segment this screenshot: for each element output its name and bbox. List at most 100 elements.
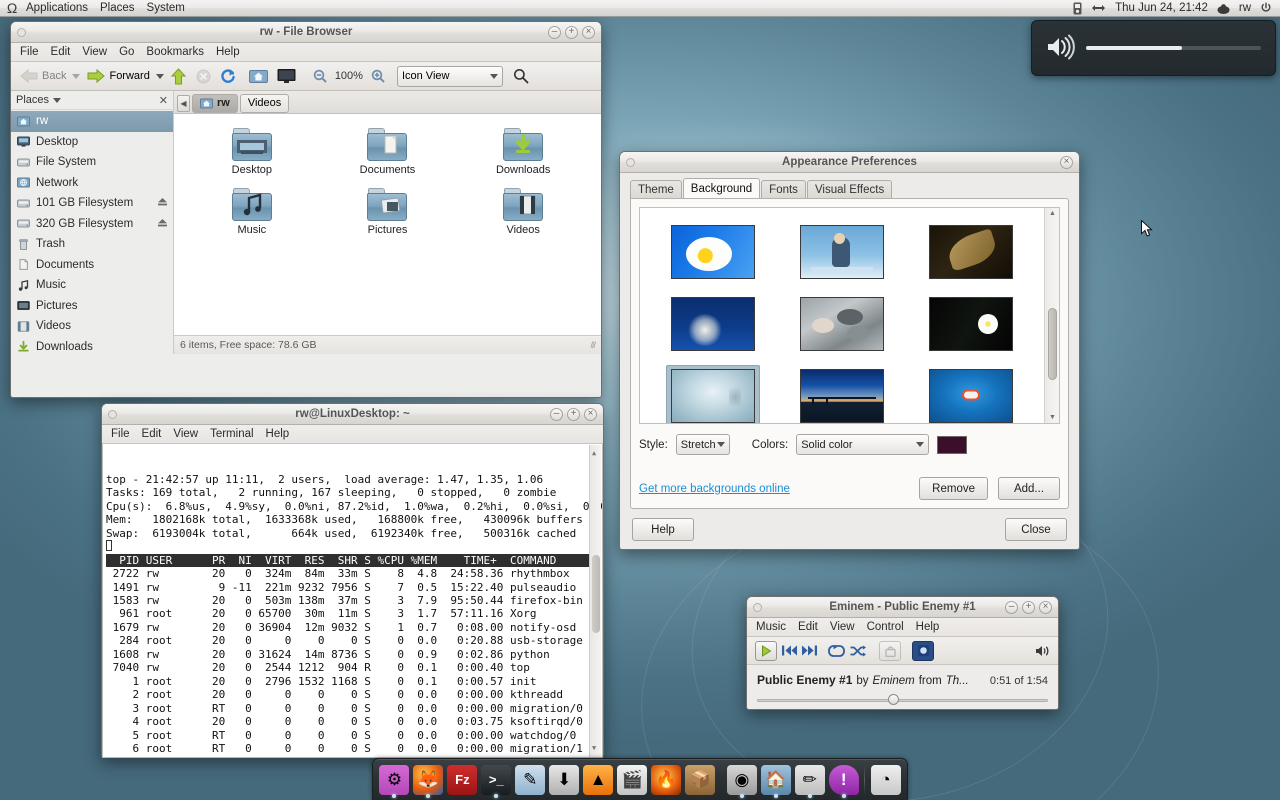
menu-help[interactable]: Help [911, 620, 945, 634]
back-button[interactable]: Back [16, 66, 69, 86]
tab-fonts[interactable]: Fonts [761, 180, 806, 198]
wallpaper-sepia-leaf-wallpaper[interactable] [924, 221, 1018, 283]
view-mode-select[interactable]: Icon View [396, 65, 503, 87]
menu-terminal[interactable]: Terminal [205, 427, 258, 441]
scroll-down-icon[interactable]: ▼ [592, 742, 596, 755]
close-dialog-button[interactable]: Close [1005, 518, 1067, 541]
user-avatar-icon[interactable] [1217, 3, 1230, 14]
wallpaper-scrollbar[interactable]: ▲ ▼ [1044, 208, 1059, 423]
browse-button[interactable] [879, 640, 901, 661]
file-item-music[interactable]: Music [202, 188, 302, 248]
colors-select[interactable]: Solid color [796, 434, 930, 455]
appearance-preferences-window[interactable]: Appearance Preferences × Theme Backgroun… [619, 151, 1080, 550]
shuffle-button[interactable] [850, 645, 866, 657]
power-icon[interactable] [1260, 2, 1272, 14]
menu-edit[interactable]: Edit [46, 45, 76, 59]
sidebar-item-music[interactable]: Music [11, 275, 173, 296]
places-header[interactable]: Places ✕ [11, 91, 173, 110]
file-item-desktop[interactable]: Desktop [202, 128, 302, 188]
wallpaper-woman-blue-wallpaper[interactable] [795, 221, 889, 283]
close-sidebar-icon[interactable]: ✕ [159, 94, 168, 107]
scroll-up-icon[interactable]: ▲ [592, 447, 596, 460]
tab-videos[interactable]: Videos [239, 93, 290, 113]
forward-dropdown-icon[interactable] [155, 73, 164, 79]
zoom-out-button[interactable] [310, 67, 330, 85]
dock-item-clock[interactable]: ◔ [869, 761, 902, 799]
menu-go[interactable]: Go [114, 45, 139, 59]
dock-item-filezilla[interactable]: Fz [446, 761, 479, 799]
color-swatch-button[interactable] [937, 435, 968, 454]
wallpaper-dandelion-wallpaper[interactable] [666, 293, 760, 355]
tab-visual-effects[interactable]: Visual Effects [806, 180, 893, 198]
menu-control[interactable]: Control [862, 620, 909, 634]
home-button[interactable] [246, 66, 271, 86]
menu-view[interactable]: View [168, 427, 203, 441]
sidebar-item-file-system[interactable]: File System [11, 152, 173, 173]
resize-grip[interactable]: /// [590, 340, 595, 350]
reload-button[interactable] [217, 66, 239, 86]
more-backgrounds-link[interactable]: Get more backgrounds online [639, 483, 790, 495]
dock-item-firefox[interactable]: 🦊 [412, 761, 445, 799]
volume-slider[interactable] [1086, 46, 1261, 50]
menu-file[interactable]: File [106, 427, 135, 441]
player-titlebar[interactable]: Eminem - Public Enemy #1 – + × [747, 597, 1058, 618]
menu-view[interactable]: View [77, 45, 112, 59]
dock-item-rhythmbox[interactable]: ◉ [725, 761, 758, 799]
seek-knob[interactable] [887, 694, 899, 705]
panel-username[interactable]: rw [1239, 2, 1251, 14]
panel-menu-applications[interactable]: Applications [20, 1, 94, 15]
forward-button[interactable]: Forward [83, 66, 152, 86]
minimize-button[interactable]: – [550, 407, 563, 421]
eject-icon[interactable] [157, 218, 168, 230]
dock-item-vlc[interactable]: ▲ [582, 761, 615, 799]
sidebar-item-network[interactable]: Network [11, 173, 173, 194]
panel-menu-system[interactable]: System [141, 1, 191, 15]
dock-item-brasero[interactable]: 🔥 [650, 761, 683, 799]
file-item-pictures[interactable]: Pictures [337, 188, 437, 248]
next-button[interactable] [802, 645, 817, 656]
scroll-down-icon[interactable]: ▼ [1049, 414, 1056, 421]
file-browser-window[interactable]: rw - File Browser – + × File Edit View G… [10, 21, 602, 398]
repeat-button[interactable] [828, 644, 845, 657]
stop-button[interactable] [193, 67, 214, 86]
remove-button[interactable]: Remove [919, 477, 988, 500]
tabs-scroll-left-icon[interactable]: ◀ [177, 94, 190, 112]
visualizer-button[interactable] [912, 640, 934, 661]
sidebar-item-desktop[interactable]: Desktop [11, 132, 173, 153]
terminal-scrollbar[interactable]: ▲ ▼ [589, 445, 601, 757]
menu-file[interactable]: File [15, 45, 44, 59]
dock-item-appearance[interactable]: ✏ [793, 761, 826, 799]
tab-theme[interactable]: Theme [630, 180, 682, 198]
sidebar-item-rw[interactable]: rw [11, 111, 173, 132]
media-player-tray-icon[interactable] [1073, 2, 1082, 15]
sidebar-item-pictures[interactable]: Pictures [11, 296, 173, 317]
dock-item-terminal[interactable]: >_ [480, 761, 513, 799]
wallpaper-blue-logo-wallpaper[interactable] [924, 365, 1018, 423]
style-select[interactable]: Stretch [675, 434, 730, 455]
close-button[interactable]: × [582, 25, 595, 39]
wallpaper-pebbles-wallpaper[interactable] [795, 293, 889, 355]
menu-bookmarks[interactable]: Bookmarks [141, 45, 209, 59]
minimize-button[interactable]: – [548, 25, 561, 39]
terminal-window[interactable]: rw@LinuxDesktop: ~ – + × File Edit View … [101, 403, 604, 758]
terminal-output[interactable]: top - 21:42:57 up 11:11, 2 users, load a… [102, 444, 603, 758]
network-tray-icon[interactable] [1091, 3, 1106, 13]
close-button[interactable]: × [1039, 600, 1052, 614]
previous-button[interactable] [782, 645, 797, 656]
maximize-button[interactable]: + [1022, 600, 1035, 614]
minimize-button[interactable]: – [1005, 600, 1018, 614]
menu-edit[interactable]: Edit [137, 427, 167, 441]
add-button[interactable]: Add... [998, 477, 1060, 500]
appearance-titlebar[interactable]: Appearance Preferences × [620, 152, 1079, 173]
close-button[interactable]: × [584, 407, 597, 421]
dock-item-text-editor[interactable]: ✎ [514, 761, 547, 799]
panel-clock[interactable]: Thu Jun 24, 21:42 [1115, 2, 1208, 14]
eject-icon[interactable] [157, 197, 168, 209]
computer-button[interactable] [274, 66, 299, 86]
menu-help[interactable]: Help [211, 45, 245, 59]
close-button[interactable]: × [1060, 155, 1073, 169]
music-player-window[interactable]: Eminem - Public Enemy #1 – + × Music Edi… [746, 596, 1059, 710]
scroll-up-icon[interactable]: ▲ [1049, 210, 1056, 217]
sidebar-item-trash[interactable]: Trash [11, 234, 173, 255]
help-button[interactable]: Help [632, 518, 694, 541]
